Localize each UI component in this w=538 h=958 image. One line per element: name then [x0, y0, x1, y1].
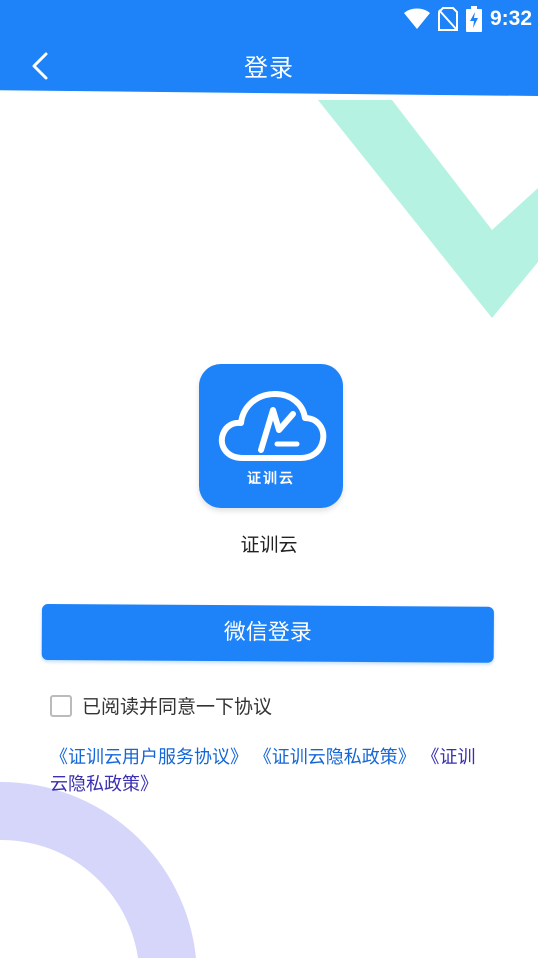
agreement-checkbox[interactable]: [50, 694, 72, 717]
wifi-icon: [403, 8, 430, 29]
status-bar: 9:32: [0, 0, 538, 36]
status-time: 9:32: [489, 7, 532, 30]
app-logo: 证训云: [199, 364, 343, 508]
app-name: 证训云: [240, 534, 298, 556]
no-sim-icon: [437, 7, 458, 31]
battery-charging-icon: [465, 6, 482, 32]
login-screen: 9:32 登录 证训云 证训云 微信登录 已阅读并同意一下协议 《证训云用户服务…: [0, 0, 538, 958]
user-service-agreement-link[interactable]: 《证训云用户服务协议》: [50, 747, 248, 768]
page-title: 登录: [244, 54, 294, 82]
privacy-policy-link[interactable]: 《证训云隐私政策》: [254, 747, 416, 768]
agreement-row: 已阅读并同意一下协议: [50, 692, 272, 719]
logo-text: 证训云: [247, 471, 295, 487]
status-icons: 9:32: [403, 6, 532, 32]
wechat-login-button[interactable]: 微信登录: [41, 604, 494, 663]
agreement-links: 《证训云用户服务协议》 《证训云隐私政策》 《证训云隐私政策》: [50, 744, 490, 798]
agreement-label: 已阅读并同意一下协议: [82, 696, 273, 718]
